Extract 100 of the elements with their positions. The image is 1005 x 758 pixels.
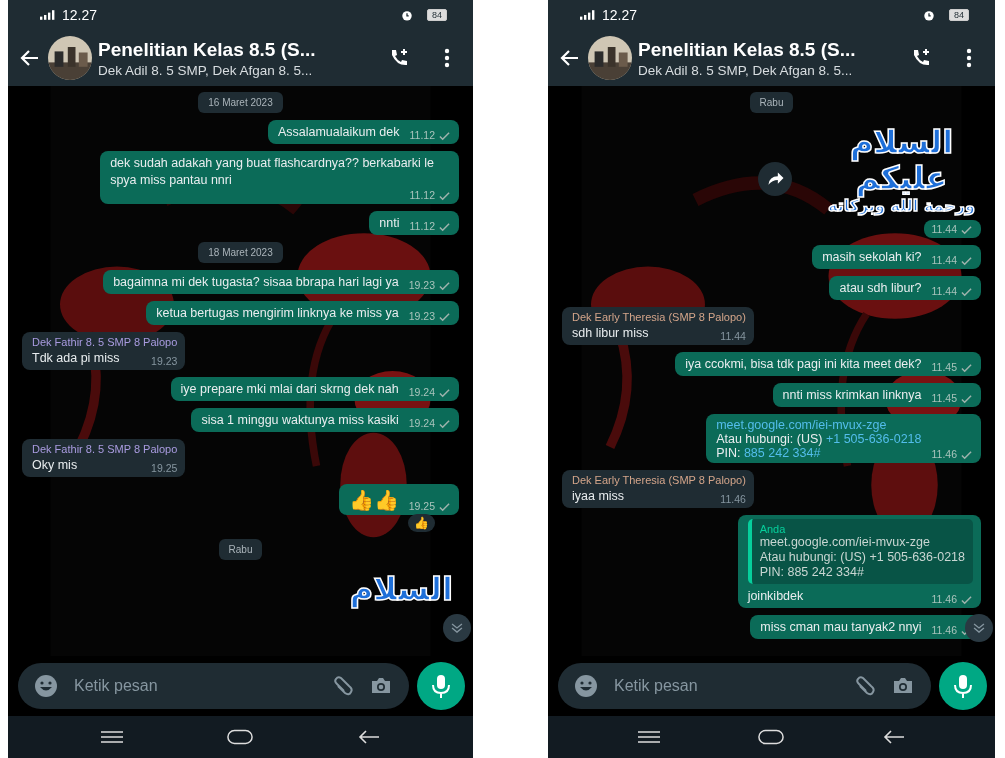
message-time: 11.46 xyxy=(720,493,746,505)
home-button[interactable] xyxy=(758,729,785,745)
sender-name: Dek Early Theresia (SMP 8 Palopo) xyxy=(572,474,746,486)
message-text: bagaimna mi dek tugasta? sisaa bbrapa hari lagi ya xyxy=(113,274,399,291)
check-icon xyxy=(960,285,973,297)
message-input[interactable]: Ketik pesan xyxy=(612,676,839,696)
check-icon xyxy=(438,310,451,322)
link[interactable]: +1 505-636-0218 xyxy=(825,432,922,446)
home-button[interactable] xyxy=(227,729,254,745)
quote-author: Anda xyxy=(759,523,787,535)
date-label: Rabu xyxy=(749,92,794,113)
paperclip-icon[interactable] xyxy=(331,674,355,698)
check-icon xyxy=(960,223,973,235)
signal-icon xyxy=(580,10,596,20)
sticker-text: السلام xyxy=(849,124,954,160)
message-text: Assalamualaikum dek xyxy=(277,124,400,141)
message-time: 19.25 xyxy=(151,462,178,474)
chat-title[interactable]: Penelitian Kelas 8.5 (S... xyxy=(638,38,903,61)
menu-icon[interactable] xyxy=(99,729,126,745)
link[interactable]: meet.google.com/iei-mvux-zge xyxy=(716,418,887,432)
check-icon xyxy=(960,448,973,460)
quote-text: meet.google.com/iei-mvux-zge xyxy=(759,535,931,550)
message-time: 11.46 xyxy=(931,593,957,605)
message-text: sisa 1 minggu waktunya miss kasiki xyxy=(201,412,399,429)
date-label: 16 Maret 2023 xyxy=(198,92,283,113)
message-time: 19.25 xyxy=(408,500,435,512)
message-text: nnti xyxy=(379,215,400,232)
check-icon xyxy=(960,254,973,266)
message-text: iya ccokmi, bisa tdk pagi ini kita meet dek? xyxy=(685,356,922,373)
reaction-badge: 👍 xyxy=(408,514,435,532)
check-icon xyxy=(960,593,973,605)
message-time: 11.45 xyxy=(931,392,957,404)
battery-level: 84 xyxy=(949,9,969,21)
message-time: 11.45 xyxy=(931,361,957,373)
paperclip-icon[interactable] xyxy=(853,674,877,698)
check-icon xyxy=(438,220,451,232)
sticker-text: عليكم xyxy=(855,160,948,196)
message-text: iye prepare mki mlai dari skrng dek nah xyxy=(180,381,399,398)
date-label: Rabu xyxy=(218,539,263,560)
link[interactable]: 885 242 334# xyxy=(743,446,821,460)
message-time: 19.23 xyxy=(408,310,435,322)
message-time: 19.23 xyxy=(151,355,178,367)
message-text: miss cman mau tanyak2 nnyi xyxy=(760,619,922,636)
check-icon xyxy=(438,189,451,201)
message-input[interactable]: Ketik pesan xyxy=(72,676,317,696)
message-time: 11.46 xyxy=(931,448,957,460)
message-time: 19.24 xyxy=(408,417,435,429)
check-icon xyxy=(438,129,451,141)
message-text: sdh libur miss xyxy=(572,325,649,342)
check-icon xyxy=(960,392,973,404)
message-text: 👍👍 xyxy=(348,488,399,512)
signal-icon xyxy=(40,10,56,20)
alarm-icon xyxy=(401,9,413,21)
status-time: 12.27 xyxy=(62,7,98,23)
message-time: 11.44 xyxy=(720,330,746,342)
message-time: 19.24 xyxy=(408,386,435,398)
check-icon xyxy=(438,386,451,398)
menu-icon[interactable] xyxy=(636,729,663,745)
microphone-button[interactable] xyxy=(939,662,987,710)
message-field[interactable]: Ketik pesan xyxy=(18,663,409,709)
message-time: 19.23 xyxy=(408,279,435,291)
quote-text: Atau hubungi: (US) +1 505-636-0218 xyxy=(759,550,965,565)
sticker-text: السلام xyxy=(349,571,453,607)
chat-members: Dek Adil 8. 5 SMP, Dek Afgan 8. 5... xyxy=(98,62,314,78)
message-time: 11.44 xyxy=(931,285,957,297)
chat-members: Dek Adil 8. 5 SMP, Dek Afgan 8. 5... xyxy=(638,62,854,78)
message-text: ketua bertugas mengirim linknya ke miss ya xyxy=(156,305,399,322)
scroll-down-button[interactable] xyxy=(443,614,471,642)
check-icon xyxy=(960,361,973,373)
message-text: joinkibdek xyxy=(747,588,804,605)
check-icon xyxy=(438,417,451,429)
chat-title[interactable]: Penelitian Kelas 8.5 (S... xyxy=(98,38,381,61)
check-icon xyxy=(438,279,451,291)
message-text: Tdk ada pi miss xyxy=(32,350,120,367)
microphone-button[interactable] xyxy=(417,662,465,710)
message-time: 11.12 xyxy=(409,220,435,232)
alarm-icon xyxy=(923,9,935,21)
emoji-icon[interactable] xyxy=(34,674,58,698)
battery-level: 84 xyxy=(427,9,447,21)
message-time: 11.44 xyxy=(931,254,957,266)
message-text: Oky mis xyxy=(32,457,78,474)
emoji-icon[interactable] xyxy=(574,674,598,698)
message-time: 11.44 xyxy=(931,223,957,235)
date-label: 18 Maret 2023 xyxy=(198,242,283,263)
forward-button[interactable] xyxy=(758,162,793,196)
message-text: dek sudah adakah yang buat flashcardnya?? berkabarki le spya miss pantau nnri xyxy=(110,155,435,189)
check-icon xyxy=(438,500,451,512)
sender-name: Dek Fathir 8. 5 SMP 8 Palopo xyxy=(32,336,178,348)
sticker-text: ورحمة الله وبركاته xyxy=(828,196,975,216)
quote-text: PIN: 885 242 334# xyxy=(759,565,865,580)
message-text: masih sekolah ki? xyxy=(822,249,922,266)
message-text: iyaa miss xyxy=(572,488,625,505)
sender-name: Dek Fathir 8. 5 SMP 8 Palopo xyxy=(32,443,178,455)
message-time: 11.12 xyxy=(409,129,435,141)
sender-name: Dek Early Theresia (SMP 8 Palopo) xyxy=(572,311,746,323)
message-text: atau sdh libur? xyxy=(839,280,922,297)
message-field[interactable]: Ketik pesan xyxy=(558,663,931,709)
message-text: nnti miss krimkan linknya xyxy=(782,387,922,404)
scroll-down-button[interactable] xyxy=(965,614,993,642)
status-time: 12.27 xyxy=(602,7,638,23)
